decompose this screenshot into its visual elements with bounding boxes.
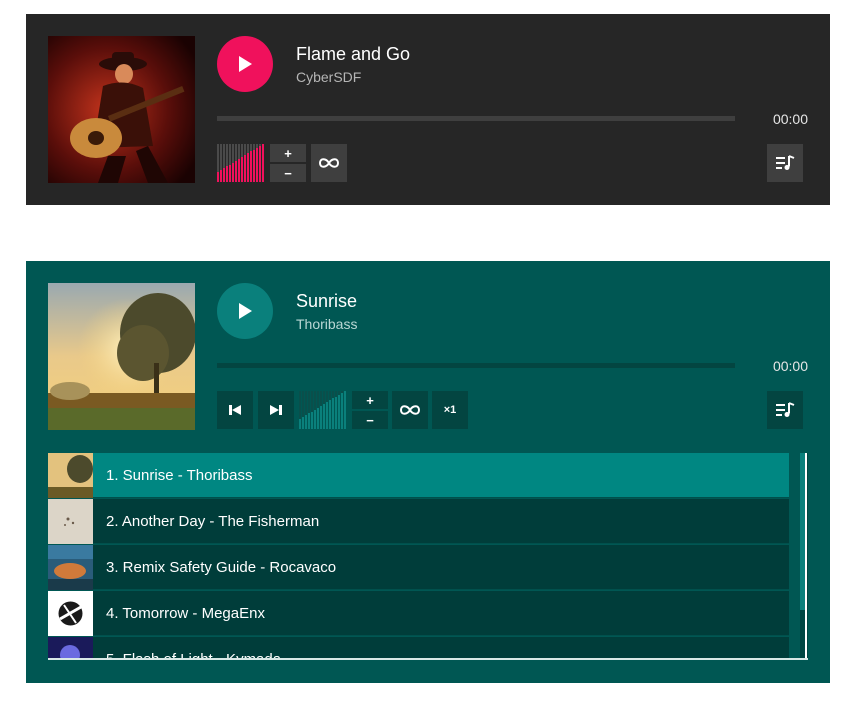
volume-step — [320, 406, 322, 429]
loop-button[interactable] — [392, 391, 428, 429]
volume-step — [223, 168, 225, 182]
playlist-icon — [776, 402, 795, 417]
volume-step — [262, 144, 264, 182]
volume-step — [341, 393, 343, 429]
playlist-item-label: 5. Flash of Light - Kymada — [106, 650, 282, 660]
track-artist: Thoribass — [296, 316, 358, 332]
play-icon — [239, 303, 252, 319]
volume-step — [305, 415, 307, 429]
playlist-item[interactable]: 5. Flash of Light - Kymada — [48, 636, 789, 660]
album-cover — [48, 283, 195, 430]
volume-bar[interactable] — [217, 144, 264, 182]
playlist-icon — [776, 155, 795, 170]
volume-step — [323, 404, 325, 429]
next-track-button[interactable] — [258, 391, 294, 429]
album-cover — [48, 36, 195, 183]
loop-button[interactable] — [311, 144, 347, 182]
playlist-item-label: 4. Tomorrow - MegaEnx — [106, 604, 265, 622]
loop-icon — [319, 158, 339, 168]
track-time: 00:00 — [772, 111, 808, 127]
volume-step — [247, 153, 249, 182]
volume-step — [329, 400, 331, 429]
volume-step — [302, 417, 304, 429]
volume-step — [235, 161, 237, 182]
volume-up-button[interactable]: + — [352, 391, 388, 409]
track-thumbnail — [48, 544, 93, 590]
volume-up-button[interactable]: + — [270, 144, 306, 162]
volume-step — [311, 412, 313, 429]
volume-step — [229, 165, 231, 182]
playlist-toggle-button[interactable] — [767, 391, 803, 429]
playback-speed-button[interactable]: ×1 — [432, 391, 468, 429]
playlist-item[interactable]: 2. Another Day - The Fisherman — [48, 498, 789, 544]
playlist-item[interactable]: 4. Tomorrow - MegaEnx — [48, 590, 789, 636]
volume-bar[interactable] — [299, 391, 346, 429]
volume-step — [326, 402, 328, 429]
progress-bar[interactable] — [217, 363, 735, 368]
volume-step — [217, 172, 219, 182]
volume-step — [253, 150, 255, 182]
volume-step — [226, 166, 228, 182]
playlist-scrollbar-edge — [805, 453, 807, 658]
skip-next-icon — [270, 405, 282, 415]
progress-bar[interactable] — [217, 116, 735, 121]
playlist-item-label: 3. Remix Safety Guide - Rocavaco — [106, 558, 337, 576]
track-thumbnail — [48, 590, 93, 636]
volume-step — [244, 155, 246, 182]
playlist-item-label: 2. Another Day - The Fisherman — [106, 512, 320, 530]
volume-step — [220, 170, 222, 182]
play-button[interactable] — [217, 283, 273, 339]
volume-step — [314, 410, 316, 429]
volume-step — [299, 419, 301, 429]
audio-player-dark: Flame and Go CyberSDF 00:00 + − — [26, 14, 830, 205]
audio-player-teal: Sunrise Thoribass 00:00 + − ×1 1. Sunris… — [26, 261, 830, 683]
track-title: Flame and Go — [296, 44, 411, 64]
track-title: Sunrise — [296, 291, 358, 311]
volume-step — [241, 157, 243, 182]
track-artist: CyberSDF — [296, 69, 362, 85]
playlist-toggle-button[interactable] — [767, 144, 803, 182]
volume-step — [238, 159, 240, 182]
track-thumbnail — [48, 498, 93, 544]
track-thumbnail — [48, 636, 93, 658]
volume-step — [317, 408, 319, 429]
volume-step — [332, 398, 334, 429]
track-thumbnail — [48, 453, 93, 498]
volume-step — [308, 413, 310, 429]
skip-previous-icon — [229, 405, 241, 415]
volume-step — [232, 163, 234, 182]
volume-step — [338, 395, 340, 429]
previous-track-button[interactable] — [217, 391, 253, 429]
volume-step — [335, 397, 337, 429]
playlist-item-label: 1. Sunrise - Thoribass — [106, 466, 253, 484]
playlist-item[interactable]: 1. Sunrise - Thoribass — [48, 453, 789, 498]
playlist: 1. Sunrise - Thoribass 2. Another Day - … — [48, 453, 808, 660]
volume-down-button[interactable]: − — [270, 164, 306, 182]
volume-step — [256, 148, 258, 182]
track-time: 00:00 — [772, 358, 808, 374]
volume-down-button[interactable]: − — [352, 411, 388, 429]
playlist-item[interactable]: 3. Remix Safety Guide - Rocavaco — [48, 544, 789, 590]
volume-step — [250, 151, 252, 182]
play-icon — [239, 56, 252, 72]
volume-step — [259, 146, 261, 182]
loop-icon — [400, 405, 420, 415]
volume-step — [344, 391, 346, 429]
play-button[interactable] — [217, 36, 273, 92]
